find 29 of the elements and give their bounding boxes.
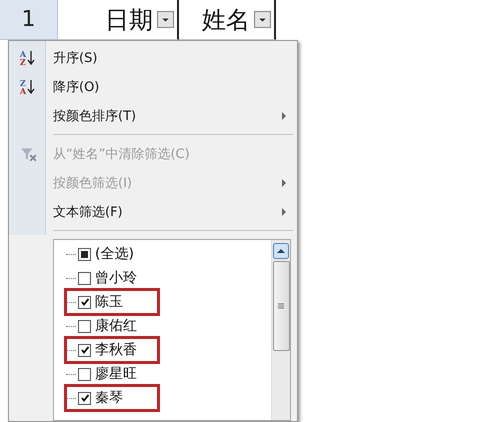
submenu-arrow-icon: [281, 112, 287, 120]
scroll-thumb[interactable]: [272, 261, 290, 351]
checkbox[interactable]: [78, 248, 91, 260]
list-item[interactable]: 曾小玲: [66, 266, 158, 290]
checkbox[interactable]: [78, 344, 91, 356]
filter-dropdown-icon[interactable]: [254, 11, 271, 28]
menu-item[interactable]: Z A 降序(O): [9, 72, 297, 101]
menu-item[interactable]: 文本筛选(F): [9, 197, 297, 226]
checkbox[interactable]: [78, 368, 91, 380]
checkbox[interactable]: [78, 296, 91, 308]
scroll-up-icon[interactable]: [273, 243, 289, 259]
column-title: 日期: [105, 4, 153, 36]
menu-item[interactable]: A Z 升序(S): [9, 43, 297, 72]
checkbox[interactable]: [78, 272, 91, 284]
column-title: 姓名: [202, 4, 250, 36]
scrollbar[interactable]: [271, 240, 290, 420]
highlighted-list-item[interactable]: 李秋香: [66, 338, 158, 362]
list-item[interactable]: (全选): [66, 242, 158, 266]
submenu-arrow-icon: [281, 208, 287, 216]
checkbox[interactable]: [78, 320, 91, 332]
filter-dropdown-icon[interactable]: [157, 11, 174, 28]
list-item[interactable]: 廖星旺: [66, 362, 158, 386]
row-header: 1: [0, 0, 58, 40]
submenu-arrow-icon: [281, 178, 287, 186]
checkbox[interactable]: [78, 392, 91, 404]
highlighted-list-item[interactable]: 陈玉: [66, 290, 158, 314]
menu-item[interactable]: 按颜色排序(T): [9, 101, 297, 130]
highlighted-list-item[interactable]: 秦琴: [66, 386, 158, 410]
list-item[interactable]: 康佑红: [66, 314, 158, 338]
